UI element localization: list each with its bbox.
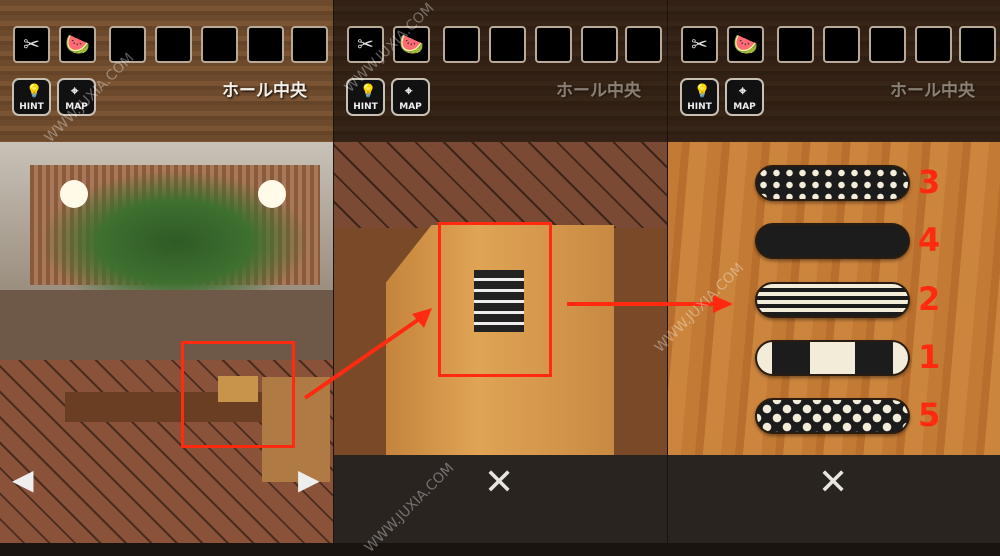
annotation-arrows (303, 295, 733, 400)
arrowhead (713, 295, 733, 313)
arrowhead (412, 308, 432, 328)
arrow-to-box (303, 313, 427, 400)
